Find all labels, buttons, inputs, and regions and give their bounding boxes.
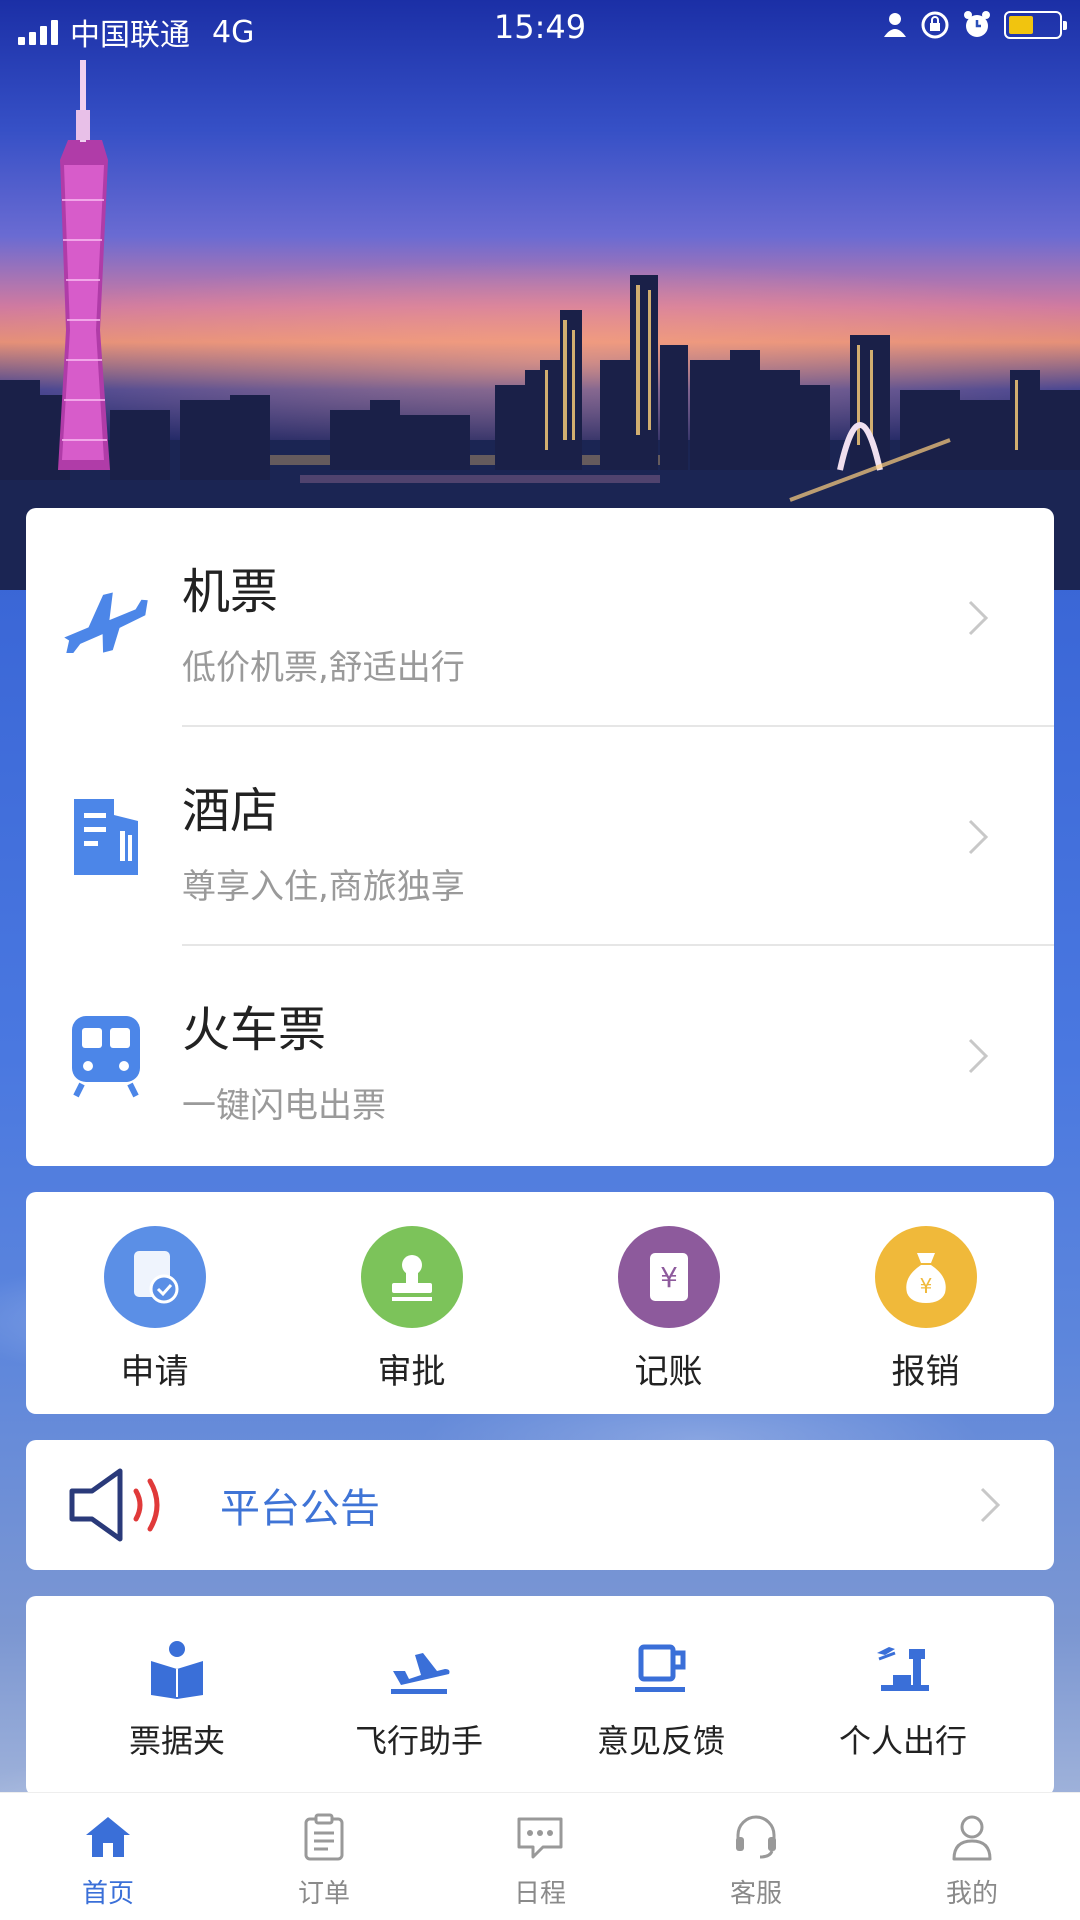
tool-feedback[interactable]: 意见反馈 xyxy=(540,1596,782,1796)
tab-orders[interactable]: 订单 xyxy=(216,1793,432,1920)
tower-icon xyxy=(863,1634,943,1704)
chevron-right-icon xyxy=(968,1038,989,1074)
hero-city-banner xyxy=(0,0,1080,590)
reader-icon xyxy=(137,1634,217,1704)
service-title: 机票 xyxy=(182,564,279,620)
quick-action-label: 记账 xyxy=(634,1352,703,1392)
service-title: 火车票 xyxy=(182,1002,327,1058)
tool-personal-travel[interactable]: 个人出行 xyxy=(782,1596,1024,1796)
city-skyline-illustration xyxy=(0,60,1080,590)
clipboard-icon xyxy=(294,1809,354,1865)
svg-text:¥: ¥ xyxy=(660,1261,678,1294)
user-icon xyxy=(942,1809,1002,1865)
headset-icon xyxy=(726,1809,786,1865)
tool-receipts[interactable]: 票据夹 xyxy=(56,1596,298,1796)
service-title: 酒店 xyxy=(182,783,279,839)
tab-label: 我的 xyxy=(945,1879,998,1909)
money-bag-icon: ¥ xyxy=(874,1226,977,1328)
chevron-right-icon xyxy=(968,819,989,855)
tab-label: 订单 xyxy=(297,1879,350,1909)
tab-home[interactable]: 首页 xyxy=(0,1793,216,1920)
service-row-hotel[interactable]: 酒店 尊享入住,商旅独享 xyxy=(26,727,1054,946)
document-check-icon xyxy=(103,1226,206,1328)
tools-card: 票据夹 飞行助手 意见反馈 个人出行 xyxy=(26,1596,1054,1796)
tab-label: 日程 xyxy=(513,1879,566,1909)
platform-notice-card[interactable]: 平台公告 xyxy=(26,1440,1054,1570)
battery-icon xyxy=(1004,11,1067,39)
tool-flight-assistant[interactable]: 飞行助手 xyxy=(298,1596,540,1796)
service-subtitle: 尊享入住,商旅独享 xyxy=(182,867,465,907)
notice-label: 平台公告 xyxy=(220,1486,380,1532)
chevron-right-icon xyxy=(968,600,989,636)
tool-label: 飞行助手 xyxy=(354,1722,483,1760)
tab-profile[interactable]: 我的 xyxy=(864,1793,1080,1920)
tab-schedule[interactable]: 日程 xyxy=(432,1793,648,1920)
quick-action-approve[interactable]: 审批 xyxy=(283,1192,540,1414)
chat-bubble-icon xyxy=(510,1809,570,1865)
person-icon xyxy=(884,13,906,37)
service-row-train[interactable]: 火车票 一键闪电出票 xyxy=(26,946,1054,1165)
tool-label: 个人出行 xyxy=(838,1722,967,1760)
svg-text:¥: ¥ xyxy=(919,1274,932,1298)
rotation-lock-icon xyxy=(921,11,949,39)
speaker-icon xyxy=(69,1468,160,1542)
quick-action-label: 报销 xyxy=(891,1352,960,1392)
building-icon xyxy=(56,787,156,887)
ledger-icon: ¥ xyxy=(617,1226,720,1328)
services-card: 机票 低价机票,舒适出行 酒店 尊享入住,商旅独享 火车票 一键闪电出票 xyxy=(26,508,1054,1166)
quick-actions-card: 申请 审批 ¥ 记账 ¥ 报销 xyxy=(26,1192,1054,1414)
alarm-icon xyxy=(964,11,990,37)
quick-action-label: 审批 xyxy=(377,1352,446,1392)
service-subtitle: 低价机票,舒适出行 xyxy=(182,648,465,688)
airplane-icon xyxy=(56,568,156,668)
bottom-tab-bar: 首页 订单 日程 客服 我的 xyxy=(0,1792,1080,1920)
tab-label: 首页 xyxy=(81,1879,134,1909)
stamp-icon xyxy=(360,1226,463,1328)
tool-label: 意见反馈 xyxy=(596,1722,725,1760)
service-row-flight[interactable]: 机票 低价机票,舒适出行 xyxy=(26,508,1054,727)
quick-action-apply[interactable]: 申请 xyxy=(26,1192,283,1414)
tool-label: 票据夹 xyxy=(128,1722,225,1760)
tab-label: 客服 xyxy=(729,1879,782,1909)
status-bar: 中国联通 4G 15:49 xyxy=(0,0,1080,56)
cup-icon xyxy=(621,1634,701,1704)
tab-customer-service[interactable]: 客服 xyxy=(648,1793,864,1920)
canton-tower-icon xyxy=(58,60,110,470)
service-subtitle: 一键闪电出票 xyxy=(182,1086,386,1126)
quick-action-label: 申请 xyxy=(120,1352,189,1392)
quick-action-reimburse[interactable]: ¥ 报销 xyxy=(797,1192,1054,1414)
takeoff-icon xyxy=(379,1634,459,1704)
train-icon xyxy=(56,1006,156,1106)
chevron-right-icon xyxy=(980,1487,1001,1523)
quick-action-bookkeeping[interactable]: ¥ 记账 xyxy=(540,1192,797,1414)
home-icon xyxy=(78,1809,138,1865)
